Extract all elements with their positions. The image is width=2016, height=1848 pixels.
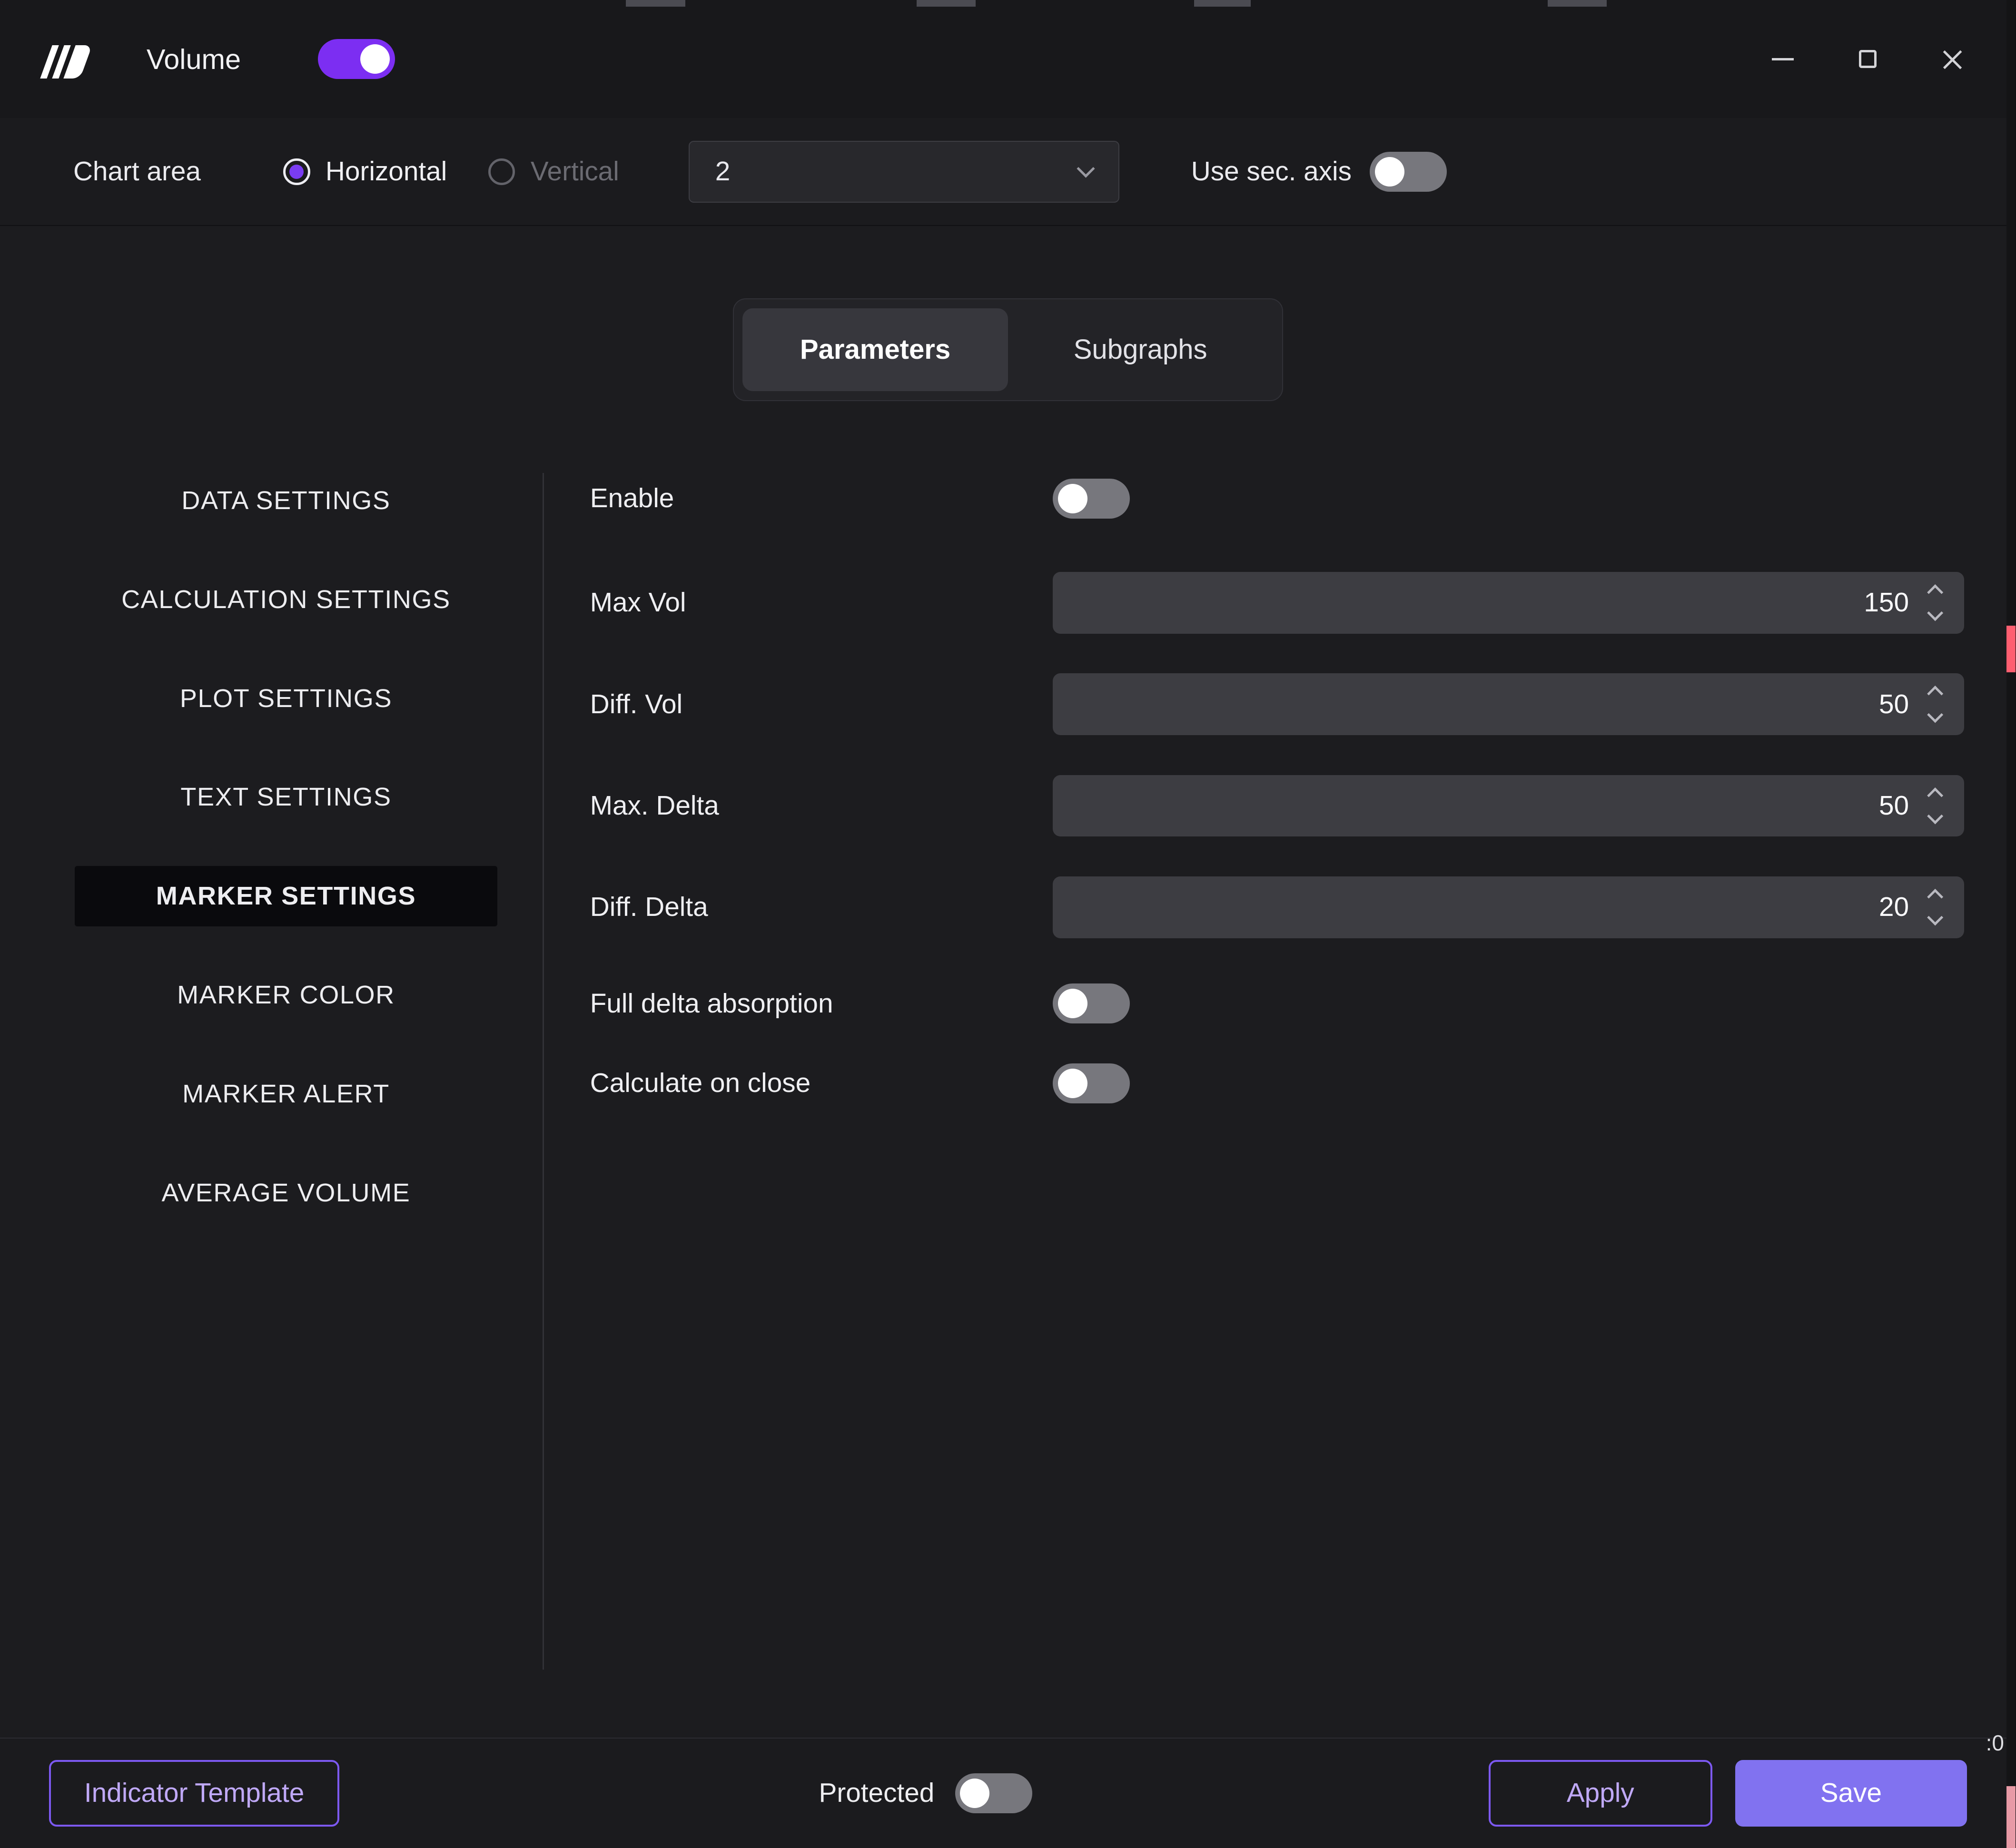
diff-delta-row: Diff. Delta 20	[590, 876, 1965, 938]
sidebar-item-marker-settings[interactable]: MARKER SETTINGS	[74, 865, 498, 926]
chevron-up-icon	[1927, 686, 1944, 702]
chevron-up-icon	[1927, 787, 1944, 804]
chart-area-label: Chart area	[73, 157, 201, 187]
sidebar-item-marker-color[interactable]: MARKER COLOR	[75, 965, 498, 1025]
toggle-knob	[1057, 989, 1087, 1019]
chevron-down-icon	[1077, 159, 1096, 178]
tabs-wrap: Parameters Subgraphs	[0, 298, 2016, 401]
window-title: Volume	[146, 43, 241, 75]
max-delta-value: 50	[1878, 790, 1909, 821]
radio-vertical[interactable]: Vertical	[488, 156, 619, 187]
radio-vertical-label: Vertical	[530, 157, 619, 187]
sidebar-item-marker-alert[interactable]: MARKER ALERT	[75, 1063, 498, 1124]
save-button[interactable]: Save	[1735, 1760, 1967, 1827]
toggle-knob	[1057, 1068, 1087, 1098]
diff-vol-value: 50	[1878, 689, 1909, 719]
chevron-down-icon	[1927, 807, 1944, 825]
max-vol-row: Max Vol 150	[590, 571, 1965, 634]
full-delta-absorption-toggle[interactable]	[1053, 983, 1130, 1024]
radio-horizontal-dot[interactable]	[283, 158, 310, 186]
stepper-icon[interactable]	[1927, 584, 1944, 621]
diff-delta-input[interactable]: 20	[1053, 876, 1965, 938]
enable-label: Enable	[590, 483, 674, 514]
diff-vol-input[interactable]: 50	[1053, 673, 1965, 735]
body-area: DATA SETTINGS CALCULATION SETTINGS PLOT …	[0, 468, 2016, 1670]
underlying-window-fragment	[916, 0, 976, 7]
sec-axis-label: Use sec. axis	[1191, 157, 1352, 187]
max-delta-input[interactable]: 50	[1053, 775, 1965, 837]
minimize-glyph	[1772, 58, 1794, 60]
underlying-chart-marker	[2006, 1786, 2016, 1848]
footer-actions: Apply Save	[1488, 1760, 1967, 1827]
indicator-template-button[interactable]: Indicator Template	[49, 1760, 340, 1827]
sec-axis-toggle[interactable]	[1369, 152, 1447, 192]
radio-vertical-dot[interactable]	[488, 158, 515, 186]
sidebar-item-average-volume[interactable]: AVERAGE VOLUME	[75, 1162, 498, 1223]
toggle-knob	[360, 44, 390, 74]
underlying-chart-marker	[2006, 626, 2016, 672]
underlying-axis-label: :0	[1986, 1730, 2004, 1755]
underlying-window-fragment	[626, 0, 685, 7]
protected-toggle[interactable]	[955, 1773, 1032, 1813]
chart-area-row: Chart area Horizontal Vertical 2 Use sec…	[0, 118, 2016, 226]
apply-button[interactable]: Apply	[1488, 1760, 1712, 1827]
settings-sidebar: DATA SETTINGS CALCULATION SETTINGS PLOT …	[0, 468, 543, 1669]
close-icon[interactable]	[1928, 35, 1977, 84]
enable-toggle[interactable]	[1053, 479, 1130, 519]
protected-label: Protected	[819, 1778, 935, 1809]
maximize-glyph	[1858, 50, 1877, 69]
max-delta-label: Max. Delta	[590, 790, 719, 821]
window-controls	[1759, 35, 1977, 84]
diff-delta-label: Diff. Delta	[590, 892, 708, 923]
tab-group: Parameters Subgraphs	[732, 298, 1283, 401]
radio-horizontal-label: Horizontal	[325, 157, 447, 187]
max-vol-input[interactable]: 150	[1053, 571, 1965, 634]
marker-settings-form: Enable Max Vol 150 Diff. Vol 50 Max. Del…	[544, 468, 2016, 1669]
toggle-knob	[960, 1778, 990, 1808]
title-bar: Volume	[0, 0, 2016, 118]
toggle-knob	[1374, 157, 1404, 187]
calculate-on-close-label: Calculate on close	[590, 1068, 811, 1099]
sidebar-item-text-settings[interactable]: TEXT SETTINGS	[75, 767, 498, 827]
tab-subgraphs[interactable]: Subgraphs	[1008, 308, 1273, 391]
footer-bar: Indicator Template Protected Apply Save	[0, 1737, 2016, 1848]
indicator-enabled-toggle[interactable]	[318, 39, 395, 79]
maximize-icon[interactable]	[1843, 35, 1892, 84]
chevron-down-icon	[1927, 605, 1944, 621]
calculate-on-close-toggle[interactable]	[1053, 1063, 1130, 1103]
close-glyph	[1941, 48, 1965, 71]
chevron-up-icon	[1927, 888, 1944, 905]
diff-vol-row: Diff. Vol 50	[590, 673, 1965, 735]
stepper-icon[interactable]	[1927, 787, 1944, 825]
tab-parameters[interactable]: Parameters	[742, 308, 1008, 391]
underlying-chart-edge	[2006, 0, 2016, 1848]
toggle-knob	[1057, 483, 1087, 513]
diff-vol-label: Diff. Vol	[590, 689, 683, 719]
stepper-icon[interactable]	[1927, 686, 1944, 723]
full-delta-absorption-row: Full delta absorption	[590, 978, 1964, 1029]
app-logo-icon	[40, 40, 103, 79]
full-delta-absorption-label: Full delta absorption	[590, 988, 833, 1019]
protected-group: Protected	[819, 1773, 1032, 1813]
enable-row: Enable	[590, 468, 1964, 530]
chevron-down-icon	[1927, 706, 1944, 723]
radio-horizontal[interactable]: Horizontal	[283, 156, 447, 187]
chart-area-select[interactable]: 2	[688, 141, 1119, 203]
sidebar-item-data-settings[interactable]: DATA SETTINGS	[75, 471, 498, 531]
stepper-icon[interactable]	[1927, 888, 1944, 926]
sidebar-item-plot-settings[interactable]: PLOT SETTINGS	[75, 668, 498, 728]
underlying-window-fragment	[1194, 0, 1251, 7]
chevron-down-icon	[1927, 909, 1944, 926]
calculate-on-close-row: Calculate on close	[590, 1058, 1964, 1109]
diff-delta-value: 20	[1878, 892, 1909, 923]
underlying-window-fragment	[1548, 0, 1607, 7]
max-delta-row: Max. Delta 50	[590, 775, 1965, 837]
minimize-icon[interactable]	[1759, 35, 1808, 84]
volume-settings-window: Volume Chart area Horizontal Vertical 2 …	[0, 0, 2016, 1848]
chart-area-select-value: 2	[715, 157, 731, 187]
sidebar-item-calculation-settings[interactable]: CALCULATION SETTINGS	[75, 569, 498, 629]
max-vol-value: 150	[1864, 588, 1909, 618]
max-vol-label: Max Vol	[590, 588, 686, 618]
chevron-up-icon	[1927, 584, 1944, 601]
